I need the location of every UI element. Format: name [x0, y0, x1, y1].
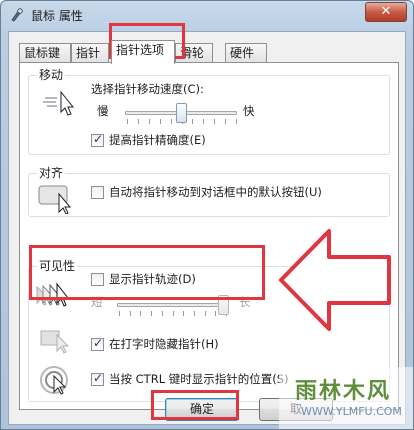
tab-label: 指针选项	[116, 43, 165, 57]
speed-label: 选择指针移动速度(C):	[91, 82, 204, 96]
fast-label: 快	[243, 104, 255, 118]
slider-tick	[119, 311, 120, 316]
mouse-properties-window: 鼠标 属性 ✕ 鼠标键 指针 指针选项 滑轮 硬件 移动 选择指针移动速度(C)…	[0, 0, 414, 430]
window-title: 鼠标 属性	[31, 9, 83, 23]
snap-group-label: 对齐	[37, 165, 66, 181]
tab-hardware[interactable]: 硬件	[225, 43, 267, 63]
slow-label: 慢	[97, 104, 109, 118]
slider-tick	[129, 311, 131, 316]
visibility-group-label: 可见性	[37, 258, 78, 274]
hide-while-typing-checkbox[interactable]	[91, 336, 104, 351]
precision-checkbox[interactable]	[91, 132, 104, 147]
slider-tick	[204, 311, 206, 316]
pointer-trails-label[interactable]: 显示指针轨迹(D)	[109, 272, 196, 287]
snap-to-button-icon	[38, 185, 72, 214]
motion-group: 移动 选择指针移动速度(C): 慢 快 提高指针精确度(E)	[28, 67, 390, 155]
slider-tick	[172, 311, 174, 316]
slider-tick	[170, 119, 172, 124]
slider-tick	[148, 119, 150, 124]
hide-while-typing-label[interactable]: 在打字时隐藏指针(H)	[109, 337, 219, 352]
pointer-trails-checkbox[interactable]	[91, 273, 104, 286]
tab-label: 滑轮	[180, 46, 205, 60]
motion-group-label: 移动	[37, 67, 66, 83]
pointer-speed-icon	[43, 90, 75, 116]
watermark-url: WWW.YLMFU.COM	[301, 405, 402, 418]
trail-short-label: 短	[91, 295, 103, 309]
snap-group: 对齐 自动将指针移动到对话框中的默认按钮(U)	[28, 165, 390, 217]
snap-checkbox[interactable]	[91, 186, 104, 199]
slider-tick	[214, 119, 216, 124]
trail-slider-ticks	[119, 311, 227, 316]
slider-tick	[137, 119, 139, 124]
tab-pointers[interactable]: 指针	[71, 43, 109, 63]
precision-label[interactable]: 提高指针精确度(E)	[109, 133, 206, 148]
tab-label: 指针	[76, 46, 101, 60]
slider-tick	[183, 311, 185, 316]
tab-wheel[interactable]: 滑轮	[175, 43, 213, 63]
close-button[interactable]: ✕	[365, 2, 407, 22]
slider-tick	[140, 311, 142, 316]
slider-tick	[236, 119, 237, 124]
slider-tick	[161, 311, 163, 316]
mouse-icon	[11, 8, 23, 22]
slider-tick	[193, 311, 195, 316]
slider-tick	[151, 311, 153, 316]
snap-label[interactable]: 自动将指针移动到对话框中的默认按钮(U)	[109, 185, 322, 200]
slider-tick	[215, 311, 217, 316]
trail-slider-track[interactable]	[117, 303, 229, 307]
watermark-text: 雨林木风	[295, 379, 392, 404]
slider-tick	[203, 119, 205, 124]
speed-slider-thumb[interactable]	[175, 103, 187, 123]
trail-long-label: 长	[239, 295, 251, 309]
trail-slider-thumb[interactable]	[218, 295, 229, 315]
tab-pointer-options[interactable]: 指针选项	[111, 40, 175, 64]
left-arrow-annotation	[279, 229, 391, 331]
slider-tick	[225, 119, 227, 124]
slider-tick	[127, 119, 128, 124]
ok-button[interactable]: 确定	[165, 398, 239, 421]
ok-button-label: 确定	[189, 402, 214, 416]
title-bar[interactable]: 鼠标 属性 ✕	[1, 1, 413, 29]
hide-while-typing-icon	[40, 330, 70, 354]
tab-label: 鼠标键	[24, 46, 61, 60]
ctrl-locate-icon	[40, 366, 68, 395]
tab-label: 硬件	[230, 46, 255, 60]
pointer-trails-icon	[36, 282, 70, 307]
slider-tick	[192, 119, 194, 124]
ctrl-locate-label[interactable]: 当按 CTRL 键时显示指针的位置(S)	[109, 372, 289, 387]
slider-tick	[159, 119, 161, 124]
ctrl-locate-checkbox[interactable]	[91, 371, 104, 386]
tab-buttons[interactable]: 鼠标键	[19, 43, 71, 63]
close-icon: ✕	[380, 4, 392, 19]
watermark-logo: 雨林木风 WWW.YLMFU.COM	[279, 367, 413, 429]
